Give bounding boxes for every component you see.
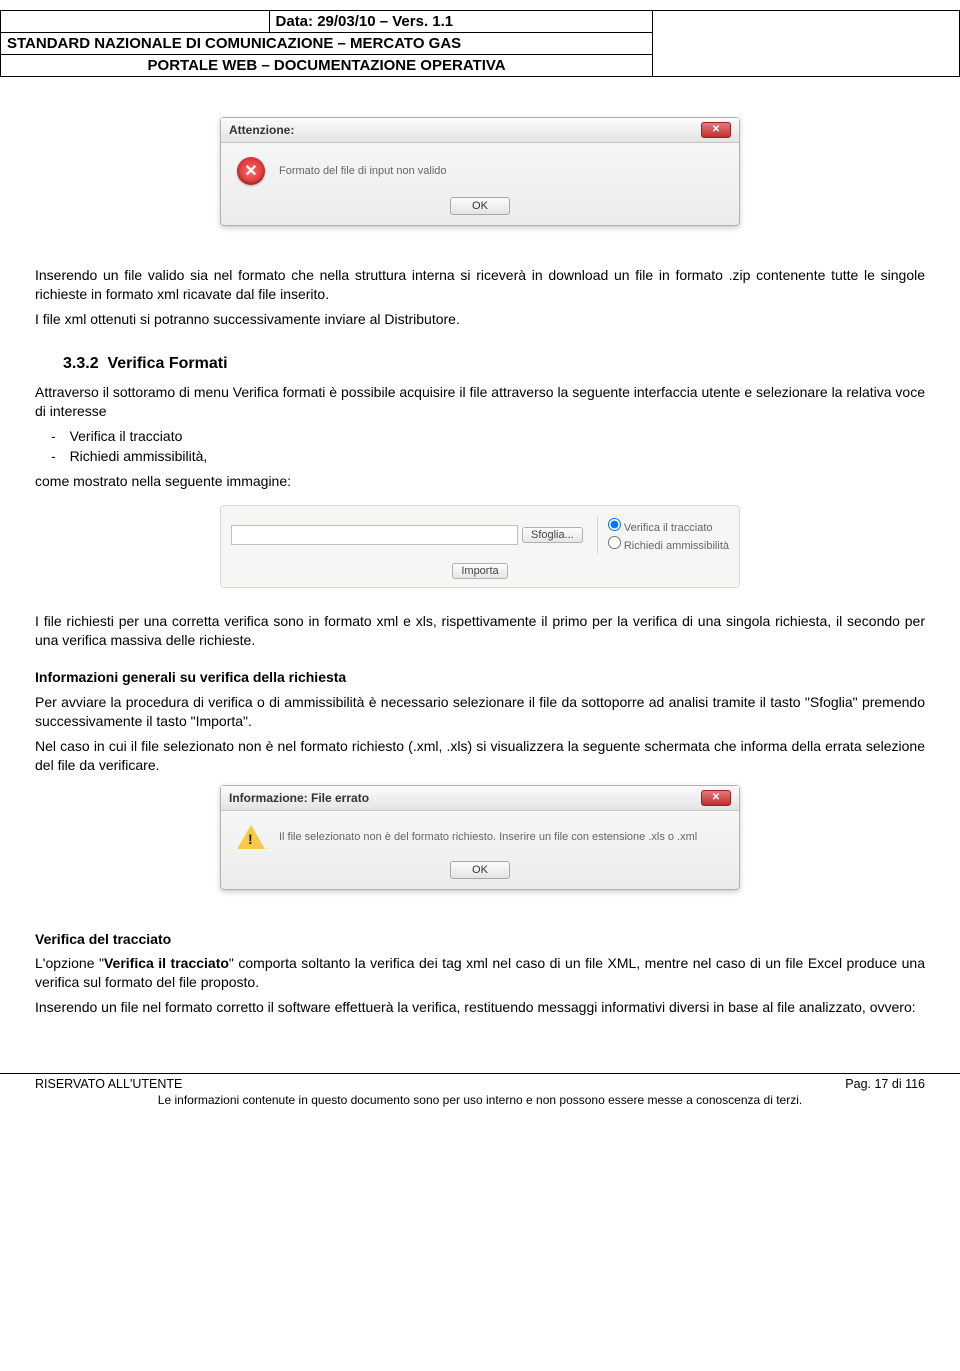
paragraph-7: Inserendo un file nel formato corretto i… [35, 998, 925, 1017]
dialog2-ok-button[interactable]: OK [450, 861, 510, 879]
dialog1-title: Attenzione: [229, 123, 294, 137]
header-meta: Data: 29/03/10 – Vers. 1.1 [269, 11, 653, 33]
paragraph-4: Per avviare la procedura di verifica o d… [35, 693, 925, 731]
browse-button[interactable]: Sfoglia... [522, 527, 583, 543]
section-title: Verifica Formati [107, 355, 227, 372]
section-intro: Attraverso il sottoramo di menu Verifica… [35, 383, 925, 421]
list-item: Richiedi ammissibilità, [69, 448, 925, 464]
section-heading: 3.3.2 Verifica Formati [63, 355, 925, 373]
dialog-file-errato: Informazione: File errato ✕ Il file sele… [220, 785, 740, 890]
dialog2-message: Il file selezionato non è del formato ri… [279, 831, 697, 843]
warning-icon [237, 825, 265, 849]
footer-disclaimer: Le informazioni contenute in questo docu… [35, 1093, 925, 1107]
radio-verifica-tracciato[interactable]: Verifica il tracciato [608, 518, 729, 534]
dialog-attention: Attenzione: ✕ ✕ Formato del file di inpu… [220, 117, 740, 226]
radio-richiedi-ammissibilita[interactable]: Richiedi ammissibilità [608, 536, 729, 552]
dialog1-ok-button[interactable]: OK [450, 197, 510, 215]
footer-right: Pag. 17 di 116 [845, 1077, 925, 1091]
paragraph-3: I file richiesti per una corretta verifi… [35, 612, 925, 650]
dialog1-message: Formato del file di input non valido [279, 165, 447, 177]
section-number: 3.3.2 [63, 355, 99, 372]
header-title-1: STANDARD NAZIONALE DI COMUNICAZIONE – ME… [1, 33, 653, 55]
list-item: Verifica il tracciato [69, 428, 925, 444]
header-title-2: PORTALE WEB – DOCUMENTAZIONE OPERATIVA [1, 55, 653, 77]
paragraph-5: Nel caso in cui il file selezionato non … [35, 737, 925, 775]
dialog2-title: Informazione: File errato [229, 791, 369, 805]
page-footer: RISERVATO ALL'UTENTE Pag. 17 di 116 Le i… [0, 1073, 960, 1107]
close-icon[interactable]: ✕ [701, 122, 731, 138]
error-icon: ✕ [237, 157, 265, 185]
header-cell-empty [1, 11, 270, 33]
close-icon[interactable]: ✕ [701, 790, 731, 806]
upload-widget: Sfoglia... Verifica il tracciato Richied… [220, 505, 740, 588]
paragraph-6: L'opzione "Verifica il tracciato" compor… [35, 954, 925, 992]
info-heading: Informazioni generali su verifica della … [35, 668, 925, 687]
document-header: Data: 29/03/10 – Vers. 1.1 STANDARD NAZI… [0, 10, 960, 77]
import-button[interactable]: Importa [452, 563, 507, 579]
footer-left: RISERVATO ALL'UTENTE [35, 1077, 182, 1091]
section-after-list: come mostrato nella seguente immagine: [35, 472, 925, 491]
paragraph-1: Inserendo un file valido sia nel formato… [35, 266, 925, 304]
sub-heading: Verifica del tracciato [35, 930, 925, 949]
option-list: Verifica il tracciato Richiedi ammissibi… [69, 428, 925, 464]
header-right-empty [653, 11, 960, 77]
file-path-input[interactable] [231, 525, 518, 545]
paragraph-2: I file xml ottenuti si potranno successi… [35, 310, 925, 329]
